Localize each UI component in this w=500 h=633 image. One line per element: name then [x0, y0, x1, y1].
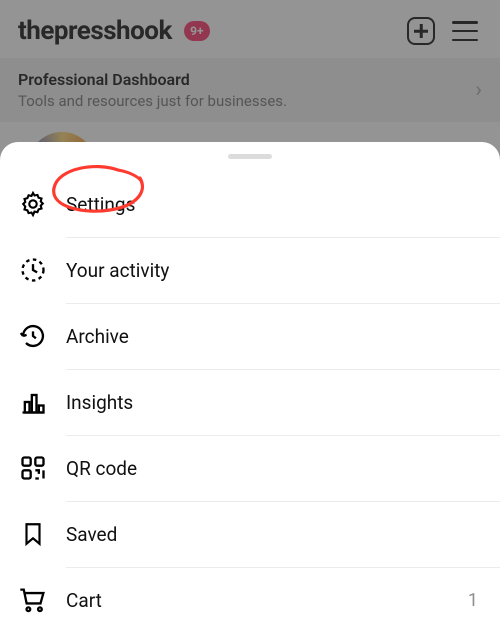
settings-icon [16, 189, 50, 219]
menu-item-cart[interactable]: Cart 1 [0, 567, 500, 633]
menu-item-label: Cart [66, 589, 468, 612]
cart-count: 1 [468, 590, 478, 611]
menu-item-label: Archive [66, 325, 478, 348]
menu-item-label: Settings [66, 193, 478, 216]
menu-item-archive[interactable]: Archive [0, 303, 500, 369]
menu-item-label: QR code [66, 457, 478, 480]
menu-list: Settings Your activity Archive [0, 171, 500, 633]
activity-icon [16, 255, 50, 285]
saved-icon [16, 519, 50, 549]
menu-item-label: Insights [66, 391, 478, 414]
menu-item-settings[interactable]: Settings [0, 171, 500, 237]
menu-item-label: Your activity [66, 259, 478, 282]
sheet-grabber[interactable] [228, 154, 272, 159]
qrcode-icon [16, 453, 50, 483]
menu-item-saved[interactable]: Saved [0, 501, 500, 567]
menu-item-label: Saved [66, 523, 478, 546]
menu-item-insights[interactable]: Insights [0, 369, 500, 435]
menu-item-qr-code[interactable]: QR code [0, 435, 500, 501]
insights-icon [16, 387, 50, 417]
bottom-sheet: Settings Your activity Archive [0, 142, 500, 625]
archive-icon [16, 321, 50, 351]
cart-icon [16, 585, 50, 615]
menu-item-your-activity[interactable]: Your activity [0, 237, 500, 303]
